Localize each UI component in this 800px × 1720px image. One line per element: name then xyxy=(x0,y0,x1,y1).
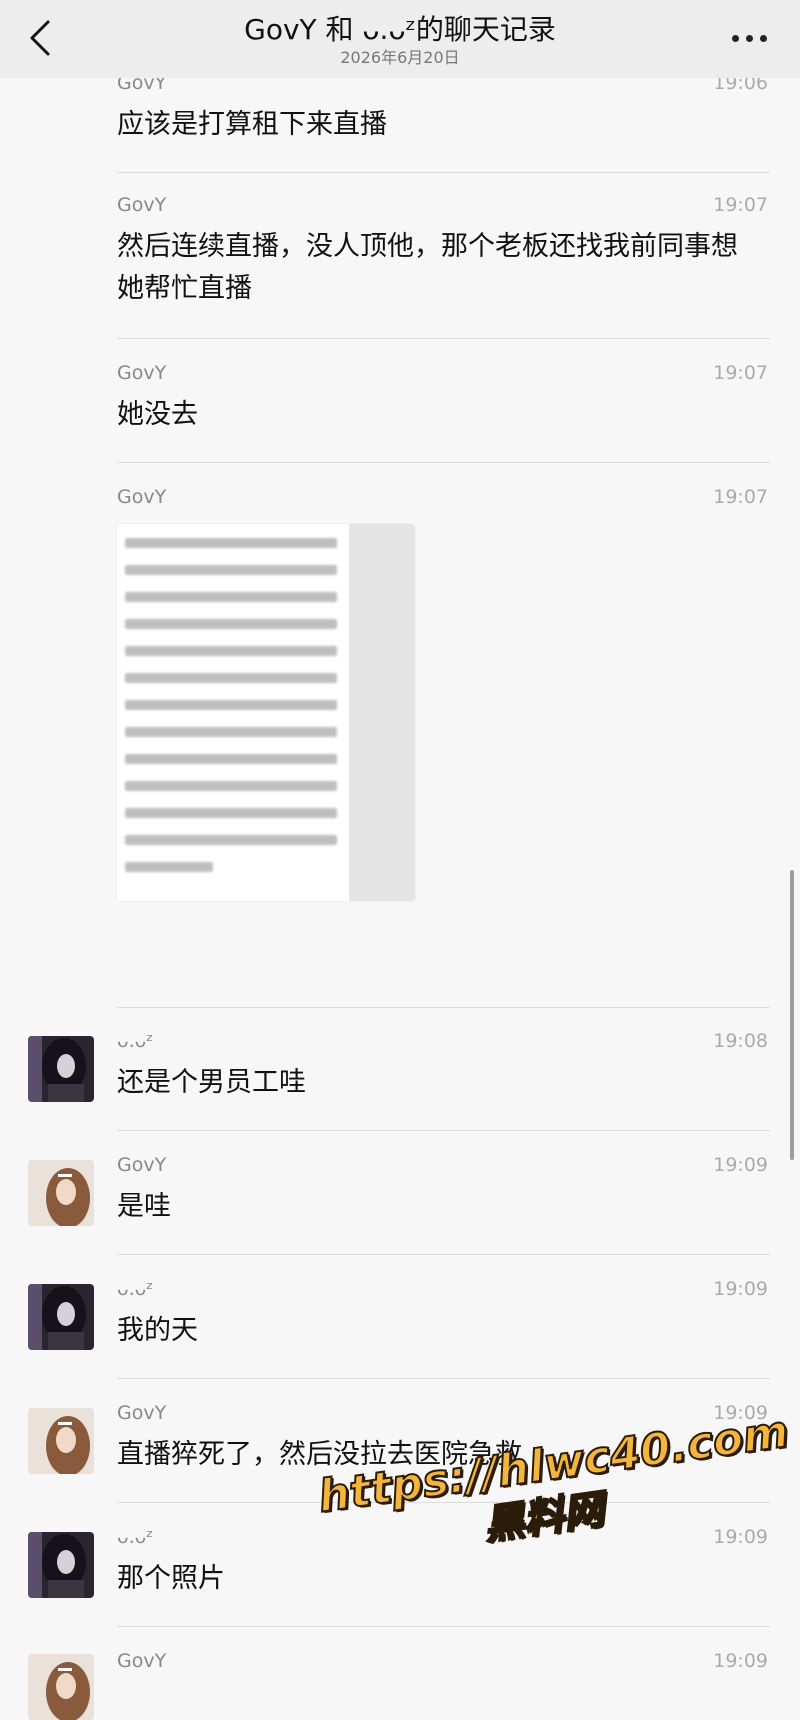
page-title: GovY 和 ᴗ.ᴗᶻ的聊天记录 xyxy=(244,13,556,46)
message-time: 19:09 xyxy=(713,1278,768,1300)
divider xyxy=(117,462,770,463)
divider xyxy=(117,172,770,173)
watermark-name: 黑料网 xyxy=(480,1486,607,1550)
message-time: 19:09 xyxy=(713,1650,768,1672)
message-time: 19:07 xyxy=(713,194,768,216)
message-time: 19:07 xyxy=(713,362,768,384)
avatar[interactable] xyxy=(28,1160,94,1226)
avatar[interactable] xyxy=(28,1284,94,1350)
message-text[interactable]: 她没去 xyxy=(117,394,757,436)
message-text[interactable]: 是哇 xyxy=(117,1186,757,1228)
sender-name: ᴗ.ᴗᶻ xyxy=(117,1030,154,1052)
message-time: 19:08 xyxy=(713,1030,768,1052)
message-text[interactable]: 然后连续直播，没人顶他，那个老板还找我前同事想她帮忙直播 xyxy=(117,226,757,310)
top-bar: GovY 和 ᴗ.ᴗᶻ的聊天记录 2026年6月20日 xyxy=(0,0,800,78)
message-time: 19:09 xyxy=(713,1154,768,1176)
chat-date: 2026年6月20日 xyxy=(340,48,460,67)
message-text[interactable]: 应该是打算租下来直播 xyxy=(117,104,757,146)
message-text[interactable]: 那个照片 xyxy=(117,1558,757,1600)
message-time: 19:09 xyxy=(713,1402,768,1424)
avatar[interactable] xyxy=(28,1036,94,1102)
sender-name: GovY xyxy=(117,362,167,384)
message-text[interactable]: 直播猝死了，然后没拉去医院急救 xyxy=(117,1434,757,1476)
sender-name: GovY xyxy=(117,1154,167,1176)
sender-name: ᴗ.ᴗᶻ xyxy=(117,1278,154,1300)
avatar[interactable] xyxy=(28,1532,94,1598)
message-text[interactable]: 我的天 xyxy=(117,1310,757,1352)
message-text[interactable]: 还是个男员工哇 xyxy=(117,1062,757,1104)
sender-name: ᴗ.ᴗᶻ xyxy=(117,1526,154,1548)
avatar[interactable] xyxy=(28,1408,94,1474)
sender-name: GovY xyxy=(117,1402,167,1424)
divider xyxy=(117,1007,770,1008)
more-horizontal-icon[interactable] xyxy=(730,26,770,48)
sender-name: GovY xyxy=(117,486,167,508)
message-image[interactable] xyxy=(117,524,415,901)
divider xyxy=(117,1378,770,1379)
divider xyxy=(117,338,770,339)
avatar[interactable] xyxy=(28,1654,94,1720)
message-time: 19:07 xyxy=(713,486,768,508)
scrollbar[interactable] xyxy=(790,870,794,1160)
divider xyxy=(117,1130,770,1131)
divider xyxy=(117,1502,770,1503)
message-time: 19:09 xyxy=(713,1526,768,1548)
sender-name: GovY xyxy=(117,1650,167,1672)
divider xyxy=(117,1254,770,1255)
divider xyxy=(117,1626,770,1627)
sender-name: GovY xyxy=(117,194,167,216)
